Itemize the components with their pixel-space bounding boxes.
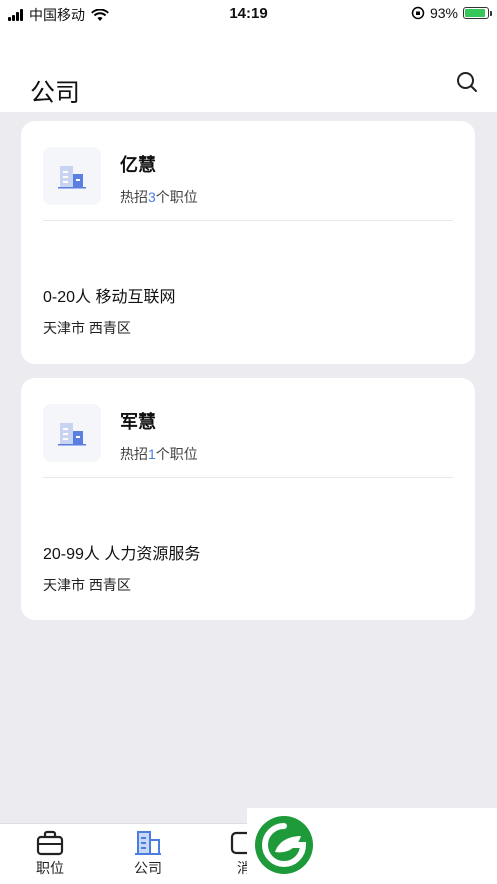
tab-label: 职位 — [36, 860, 64, 876]
battery-icon — [463, 7, 492, 19]
building-icon — [58, 423, 86, 446]
tab-companies[interactable]: 公司 — [118, 830, 178, 878]
company-name: 亿慧 — [120, 155, 156, 175]
company-info: 20-99人 人力资源服务 — [43, 546, 201, 563]
jobs-suffix: 个职位 — [155, 446, 198, 462]
battery-percent: 93% — [429, 5, 458, 21]
company-info: 0-20人 移动互联网 — [43, 289, 176, 306]
jobs-count: 1 — [148, 446, 156, 462]
page-title: 公司 — [30, 79, 81, 107]
company-jobs: 热招3个职位 — [120, 187, 198, 207]
company-card[interactable]: 军慧 热招1个职位 20-99人 人力资源服务 天津市 西青区 — [21, 378, 475, 620]
building-icon — [135, 831, 161, 855]
status-right: 93% — [411, 5, 492, 21]
company-location: 天津市 西青区 — [43, 320, 131, 336]
jobs-count: 3 — [148, 189, 156, 205]
company-logo — [43, 147, 101, 205]
divider — [43, 220, 453, 221]
divider — [43, 477, 453, 478]
tab-jobs[interactable]: 职位 — [20, 830, 80, 878]
rotation-lock-icon — [411, 6, 425, 20]
search-icon[interactable] — [455, 70, 479, 94]
building-icon — [58, 166, 86, 189]
company-name: 军慧 — [120, 412, 156, 432]
company-location: 天津市 西青区 — [43, 577, 131, 593]
header: 公司 — [0, 28, 497, 112]
company-card[interactable]: 亿慧 热招3个职位 0-20人 移动互联网 天津市 西青区 — [21, 121, 475, 364]
leaf-logo-icon — [255, 816, 313, 874]
tab-label: 公司 — [134, 860, 162, 876]
briefcase-icon — [36, 830, 64, 856]
status-bar: 中国移动 14:19 93% — [0, 0, 497, 28]
watermark-overlay — [247, 808, 497, 883]
company-jobs: 热招1个职位 — [120, 444, 198, 464]
company-logo — [43, 404, 101, 462]
jobs-prefix: 热招 — [120, 189, 148, 205]
jobs-prefix: 热招 — [120, 446, 148, 462]
jobs-suffix: 个职位 — [155, 189, 198, 205]
